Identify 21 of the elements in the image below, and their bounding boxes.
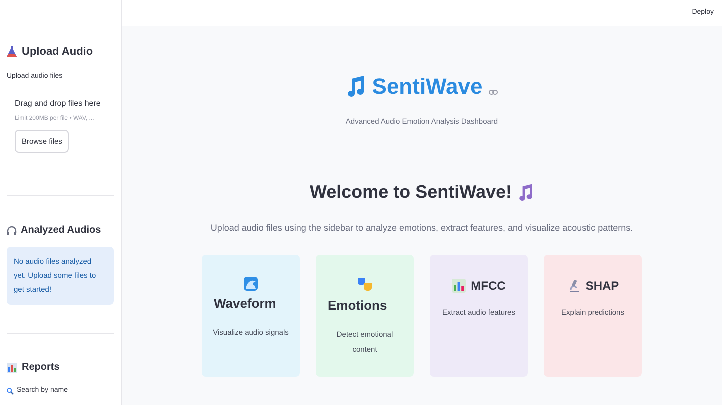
card-title: SHAP bbox=[586, 278, 620, 295]
welcome-subtitle: Upload audio files using the sidebar to analyze emotions, extract features, and visualize acoustic patterns. bbox=[210, 222, 634, 236]
headphones-icon bbox=[7, 226, 17, 236]
theater-masks-icon bbox=[357, 276, 373, 293]
bar-chart-icon bbox=[452, 278, 466, 293]
bar-chart-icon bbox=[7, 362, 17, 373]
card-title: Waveform bbox=[214, 294, 276, 313]
wave-icon bbox=[244, 276, 258, 291]
flask-icon bbox=[7, 46, 17, 58]
link-icon bbox=[488, 90, 498, 95]
card-title: Emotions bbox=[328, 296, 388, 315]
upload-heading: Upload Audio bbox=[22, 45, 94, 60]
music-note-icon bbox=[346, 76, 366, 98]
card-title: MFCC bbox=[471, 278, 506, 295]
app-title: SentiWave bbox=[372, 73, 483, 101]
welcome-title: Welcome to SentiWave! bbox=[310, 181, 512, 204]
search-icon bbox=[7, 388, 14, 395]
analyzed-heading: Analyzed Audios bbox=[21, 224, 102, 238]
drop-text: Drag and drop files here bbox=[15, 98, 101, 110]
music-note-icon bbox=[518, 184, 534, 202]
reports-heading: Reports bbox=[22, 361, 60, 376]
